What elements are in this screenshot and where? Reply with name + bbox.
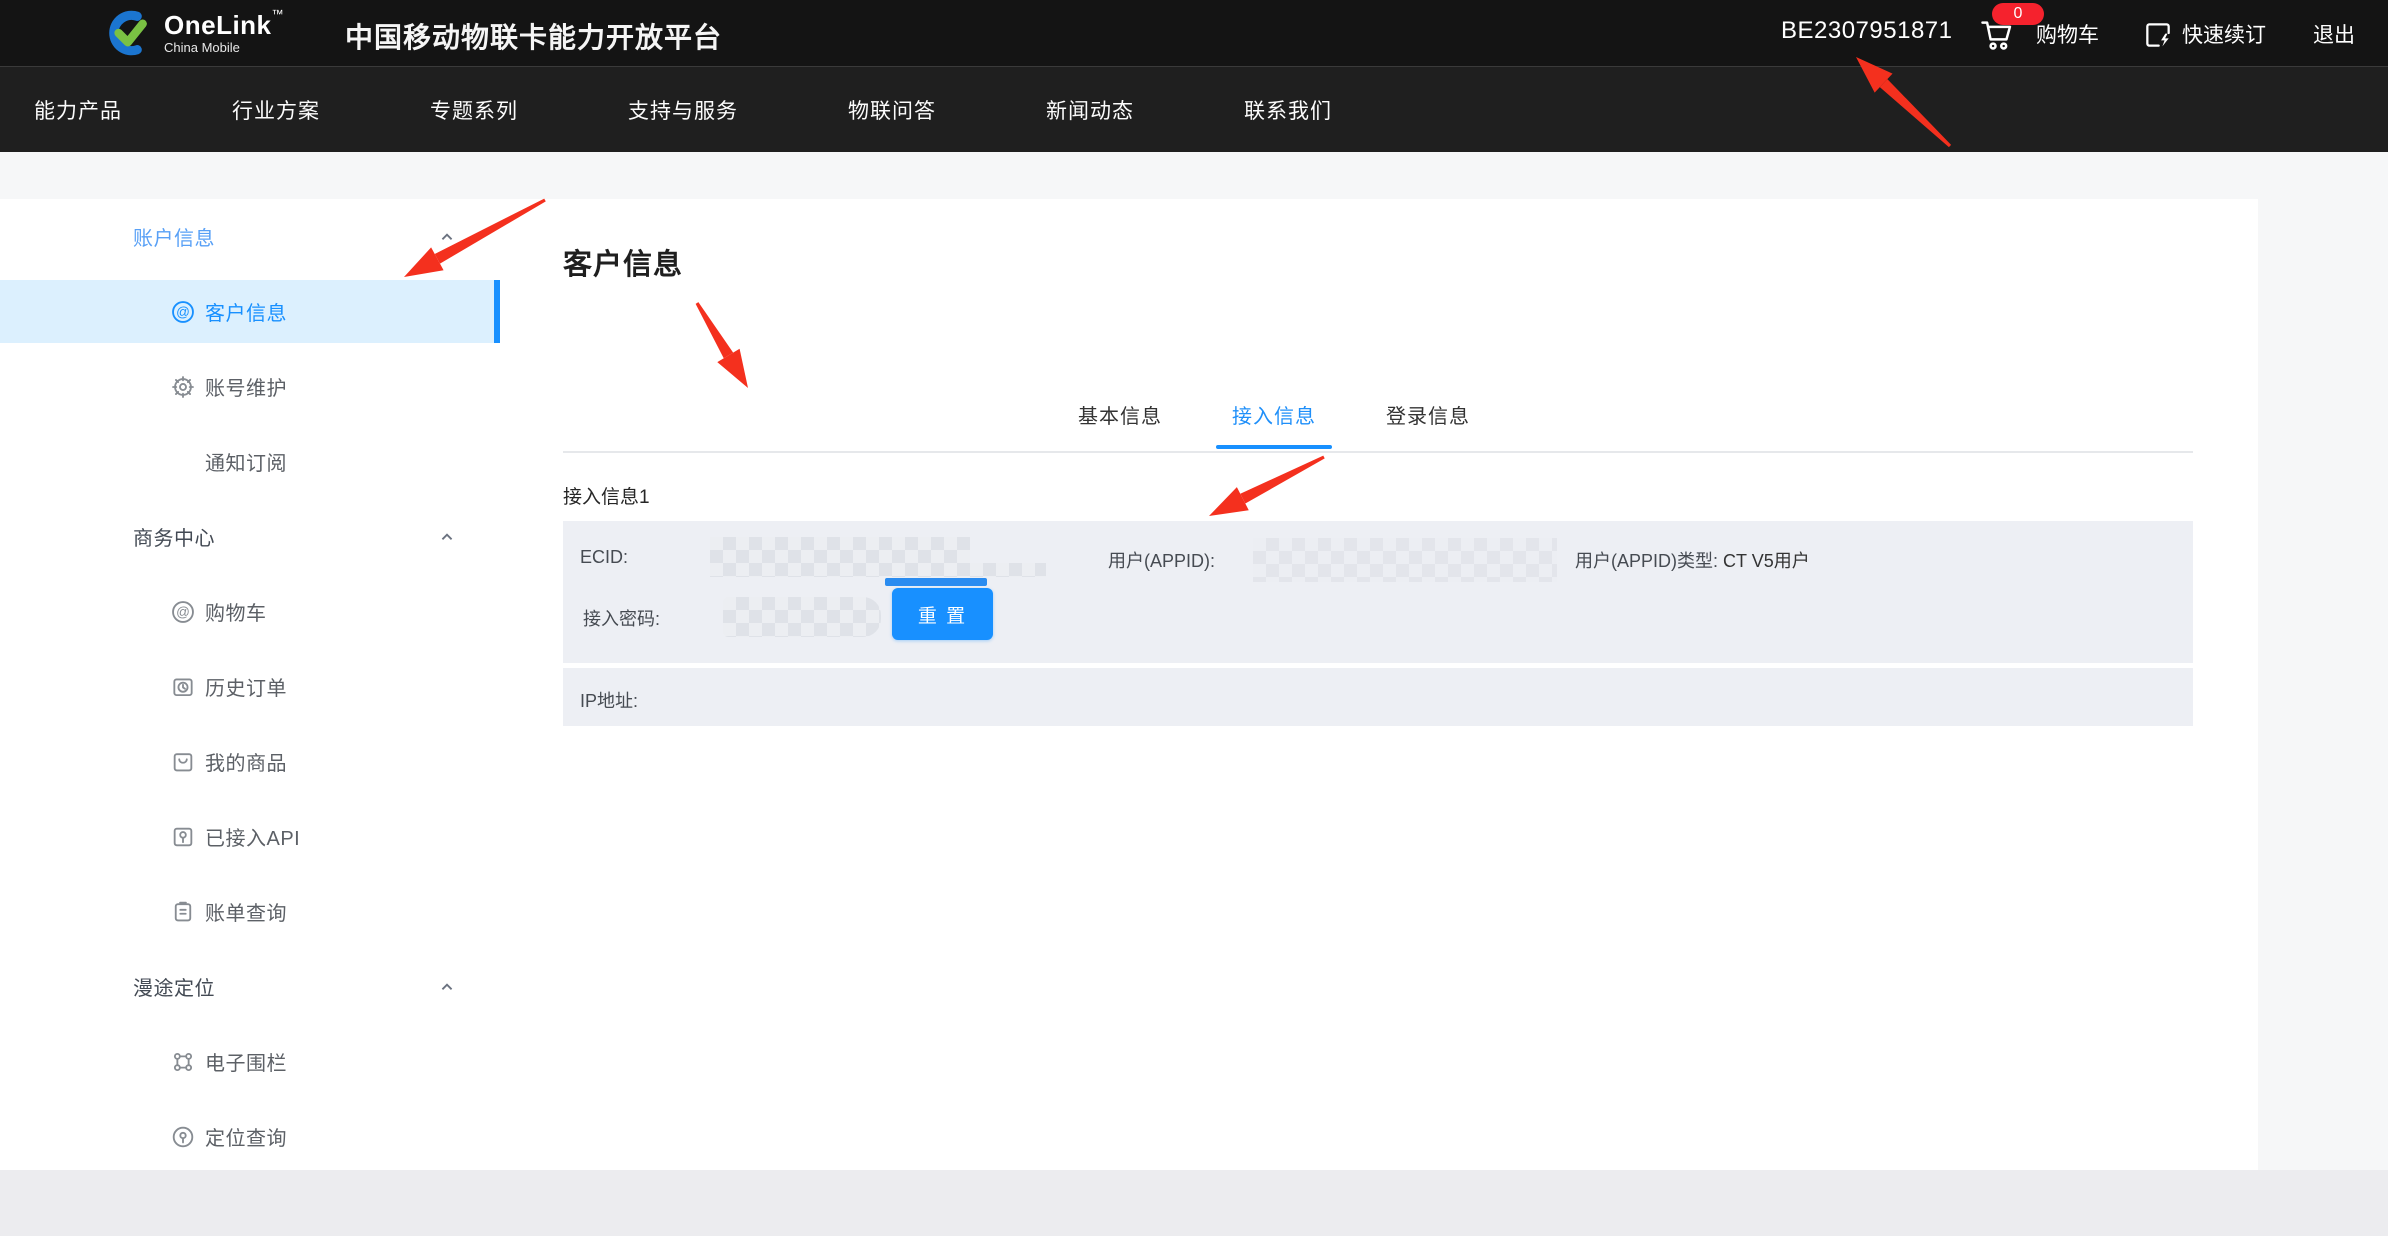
sidebar-group-label: 商务中心 xyxy=(133,522,215,551)
page-footer-strip xyxy=(0,1170,2388,1236)
nav-item-special-series[interactable]: 专题系列 xyxy=(430,95,518,125)
ip-address-label: IP地址: xyxy=(580,687,638,713)
reset-password-button[interactable]: 重 置 xyxy=(892,588,993,640)
sidebar-item-connected-api[interactable]: 已接入API xyxy=(0,799,500,874)
ecid-label: ECID: xyxy=(580,547,628,568)
censored-blue-strip xyxy=(885,578,987,586)
onelink-logo-icon xyxy=(98,7,154,59)
sidebar-item-label: 定位查询 xyxy=(205,1122,287,1151)
access-password-label: 接入密码: xyxy=(583,605,660,631)
appid-label: 用户(APPID): xyxy=(1108,547,1215,573)
sidebar-group-label: 账户信息 xyxy=(133,222,215,251)
bill-icon xyxy=(170,899,196,925)
tab-bar: 基本信息接入信息登录信息 xyxy=(1062,395,1524,450)
logo-subtitle: China Mobile xyxy=(164,41,284,54)
sidebar-group-label: 漫途定位 xyxy=(133,972,215,1001)
logout-button[interactable]: 退出 xyxy=(2313,19,2355,49)
chevron-up-icon xyxy=(436,226,458,248)
top-header: OneLink™ China Mobile 中国移动物联卡能力开放平台 BE23… xyxy=(0,0,2388,66)
chevron-up-icon xyxy=(436,526,458,548)
fence-icon xyxy=(170,1049,196,1075)
appid-type-field: 用户(APPID)类型: CT V5用户 xyxy=(1575,547,1810,573)
sidebar-item-my-goods[interactable]: 我的商品 xyxy=(0,724,500,799)
history-icon xyxy=(170,674,196,700)
nav-item-capability-products[interactable]: 能力产品 xyxy=(34,95,122,125)
sidebar-item-label: 已接入API xyxy=(205,822,300,851)
sidebar-item-location-query[interactable]: 定位查询 xyxy=(0,1099,500,1174)
nav-item-iot-qa[interactable]: 物联问答 xyxy=(848,95,936,125)
censored-password-value xyxy=(723,597,881,637)
sidebar-item-bill-query[interactable]: 账单查询 xyxy=(0,874,500,949)
sidebar-item-shopping-cart[interactable]: @ 购物车 xyxy=(0,574,500,649)
sidebar-group-account-info[interactable]: 账户信息 xyxy=(0,199,500,274)
sidebar-item-order-history[interactable]: 历史订单 xyxy=(0,649,500,724)
sidebar-item-account-maintenance[interactable]: 账号维护 xyxy=(0,349,500,424)
content-card: 客户信息 基本信息接入信息登录信息 接入信息1 ECID: 用户(APPID):… xyxy=(500,199,2258,1170)
nav-item-news[interactable]: 新闻动态 xyxy=(1046,95,1134,125)
sidebar-item-label: 通知订阅 xyxy=(205,447,287,476)
at-circle-icon: @ xyxy=(170,299,196,325)
cart-label[interactable]: 购物车 xyxy=(2036,19,2099,49)
sidebar-item-geo-fence[interactable]: 电子围栏 xyxy=(0,1024,500,1099)
appid-type-label: 用户(APPID)类型: xyxy=(1575,551,1718,571)
tab-basic-info[interactable]: 基本信息 xyxy=(1062,395,1178,450)
tab-login-info[interactable]: 登录信息 xyxy=(1370,395,1486,450)
quick-renew-label[interactable]: 快速续订 xyxy=(2182,19,2266,49)
at-circle-icon: @ xyxy=(170,599,196,625)
ip-address-box: IP地址: xyxy=(563,668,2193,726)
sidebar-item-label: 账单查询 xyxy=(205,897,287,926)
nav-item-contact-us[interactable]: 联系我们 xyxy=(1244,95,1332,125)
location-icon xyxy=(170,1124,196,1150)
main-nav-list: 能力产品 行业方案 专题系列 支持与服务 物联问答 新闻动态 联系我们 xyxy=(0,67,2388,152)
access-info-section-title: 接入信息1 xyxy=(563,482,650,509)
sidebar-item-notification-subscribe[interactable]: 通知订阅 xyxy=(0,424,500,499)
tab-access-info[interactable]: 接入信息 xyxy=(1216,395,1332,450)
site-title: 中国移动物联卡能力开放平台 xyxy=(345,16,722,56)
sidebar-item-customer-info[interactable]: @ 客户信息 xyxy=(0,274,500,349)
page-title: 客户信息 xyxy=(563,241,683,283)
sidebar-item-label: 客户信息 xyxy=(205,297,287,326)
sidebar-item-label: 账号维护 xyxy=(205,372,287,401)
api-icon xyxy=(170,824,196,850)
nav-item-industry-solutions[interactable]: 行业方案 xyxy=(232,95,320,125)
main-nav: 能力产品 行业方案 专题系列 支持与服务 物联问答 新闻动态 联系我们 xyxy=(0,66,2388,152)
censored-ecid-value-tail xyxy=(970,563,1046,577)
onelink-logo[interactable]: OneLink™ China Mobile xyxy=(98,7,284,59)
access-info-box: ECID: 用户(APPID): 用户(APPID)类型: CT V5用户 接入… xyxy=(563,521,2193,663)
svg-text:@: @ xyxy=(176,304,190,319)
censored-ecid-value xyxy=(710,537,970,577)
svg-text:@: @ xyxy=(176,604,190,619)
gear-icon xyxy=(170,374,196,400)
sidebar-item-label: 电子围栏 xyxy=(205,1047,287,1076)
goods-icon xyxy=(170,749,196,775)
appid-type-value: CT V5用户 xyxy=(1723,551,1810,571)
account-id[interactable]: BE2307951871 xyxy=(1781,17,1953,45)
logo-trademark: ™ xyxy=(272,7,284,21)
chevron-up-icon xyxy=(436,976,458,998)
censored-appid-value xyxy=(1253,538,1557,582)
sidebar-item-label: 购物车 xyxy=(205,597,267,626)
sidebar-item-label: 我的商品 xyxy=(205,747,287,776)
quick-renew-icon[interactable] xyxy=(2142,20,2174,50)
nav-item-support-services[interactable]: 支持与服务 xyxy=(628,95,738,125)
logo-brand: OneLink xyxy=(164,10,272,40)
sidebar-item-label: 历史订单 xyxy=(205,672,287,701)
sidebar: 账户信息 @ 客户信息账号维护通知订阅商务中心 @ 购物车历史订单我的商品已接入AP… xyxy=(0,199,500,1170)
sidebar-group-mantu-location[interactable]: 漫途定位 xyxy=(0,949,500,1024)
sidebar-group-business-center[interactable]: 商务中心 xyxy=(0,499,500,574)
tab-bar-divider xyxy=(563,451,2193,453)
